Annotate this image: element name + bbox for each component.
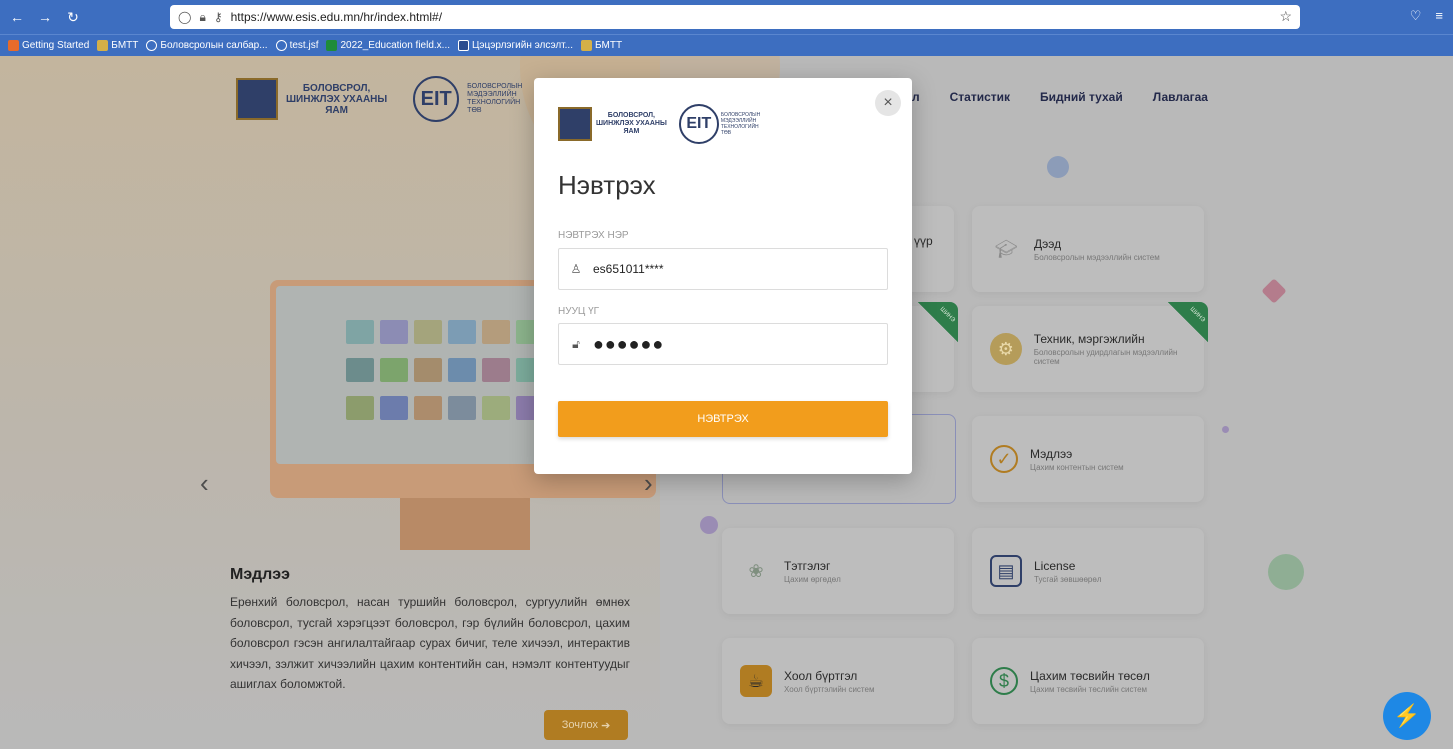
service-card-scholarship[interactable]: ❀ Тэтгэлэг Цахим өргөдөл xyxy=(722,528,954,614)
eit-logo-icon: EIT xyxy=(413,76,460,122)
thumb-row xyxy=(346,320,544,344)
username-value[interactable]: es651011**** xyxy=(593,262,664,276)
login-modal: БОЛОВСРОЛ, ШИНЖЛЭХ УХААНЫ ЯАМ EIT БОЛОВСРО… xyxy=(534,78,912,474)
service-card-license[interactable]: ▤ License Тусгай зөвшөөрөл xyxy=(972,528,1204,614)
shield-icon[interactable]: ◯ xyxy=(178,10,191,24)
gear-people-icon: ⚙ xyxy=(990,333,1022,365)
graduate-icon: 🎓︎ xyxy=(994,238,1018,259)
username-label: НЭВТРЭХ НЭР xyxy=(558,230,629,241)
eit-name: БОЛОВСРОЛЫН МЭДЭЭЛЛИЙН ТЕХНОЛОГИЙН ТӨВ xyxy=(467,83,523,114)
visit-button[interactable]: Зочлох ➔ xyxy=(544,710,628,740)
bookmark-item[interactable]: Цэцэрлэгийн элсэлт... xyxy=(458,40,573,51)
card-partial-text: үүр xyxy=(914,234,933,248)
ministry-emblem-icon xyxy=(236,78,278,120)
decorative-dot xyxy=(1268,554,1304,590)
decorative-dot xyxy=(700,516,718,534)
hands-icon: ❀ xyxy=(748,560,764,581)
site-logo[interactable]: БОЛОВСРОЛ, ШИНЖЛЭХ УХААНЫ ЯАМ EIT БОЛОВСРО… xyxy=(236,76,522,122)
password-label: НУУЦ ҮГ xyxy=(558,306,600,317)
feature-description: Ерөнхий боловсрол, насан туршийн боловср… xyxy=(230,595,630,691)
globe-icon xyxy=(275,40,287,51)
service-card-food[interactable]: ☕︎ Хоол бүртгэл Хоол бүртгэлийн систем xyxy=(722,638,954,724)
thumb-row xyxy=(346,358,544,382)
decorative-dot xyxy=(1222,426,1229,433)
messenger-icon: ⚡ xyxy=(1393,703,1421,728)
bookmark-item[interactable]: БМТТ xyxy=(97,40,138,51)
bookmark-icon xyxy=(8,40,19,51)
bookmark-item[interactable]: БМТТ xyxy=(580,40,622,51)
messenger-chat-button[interactable]: ⚡ xyxy=(1383,692,1431,740)
service-card-budget[interactable]: $ Цахим төсвийн төсөл Цахим төсвийн төсли… xyxy=(972,638,1204,724)
service-card-higher-edu[interactable]: 🎓︎ Дээд Боловсролын мэдээллийн систем xyxy=(972,206,1204,292)
nav-item-about[interactable]: Бидний тухай xyxy=(1040,90,1123,104)
unlock-icon: 🔓︎ xyxy=(572,336,580,351)
forward-icon[interactable]: → xyxy=(34,9,56,25)
browser-menu-area: ♡ ≡ xyxy=(1410,8,1443,24)
password-field[interactable]: 🔓︎ ●●●●●● xyxy=(558,323,888,365)
license-icon: ▤ xyxy=(990,555,1022,587)
spreadsheet-icon xyxy=(326,40,338,51)
bookmark-icon xyxy=(580,40,592,51)
bookmark-icon xyxy=(97,40,109,51)
url-text[interactable]: https://www.esis.edu.mn/hr/index.html#/ xyxy=(231,10,442,24)
close-icon: × xyxy=(883,94,893,111)
bookmark-star-icon[interactable]: ☆ xyxy=(1279,8,1292,25)
menu-icon[interactable]: ≡ xyxy=(1435,8,1443,24)
bookmark-item[interactable]: Боловсролын салбар... xyxy=(146,40,268,51)
nav-item-reference[interactable]: Лавлагаа xyxy=(1153,90,1208,104)
ministry-emblem-icon xyxy=(558,107,592,141)
browser-toolbar: ← → ↻ ◯ 🔒︎ ⚷ https://www.esis.edu.mn/hr/… xyxy=(0,0,1453,34)
check-circle-icon: ✓ xyxy=(990,445,1018,473)
lock-icon[interactable]: 🔒︎ xyxy=(199,10,205,25)
ministry-name: БОЛОВСРОЛ, ШИНЖЛЭХ УХААНЫ ЯАМ xyxy=(596,112,667,135)
food-icon: ☕︎ xyxy=(740,665,772,697)
main-nav: л Статистик Бидний тухай Лавлагаа xyxy=(912,90,1208,104)
address-bar[interactable]: ◯ 🔒︎ ⚷ https://www.esis.edu.mn/hr/index.… xyxy=(170,5,1300,29)
new-ribbon: ШИНЭ xyxy=(918,302,958,342)
thumb-row xyxy=(346,396,544,420)
ministry-name: БОЛОВСРОЛ, ШИНЖЛЭХ УХААНЫ ЯАМ xyxy=(286,82,388,116)
eit-logo-icon: EIT xyxy=(678,104,719,144)
reload-icon[interactable]: ↻ xyxy=(62,9,84,26)
close-button[interactable]: × xyxy=(875,90,901,116)
decorative-dot xyxy=(1047,156,1069,178)
bookmark-item[interactable]: 2022_Education field.x... xyxy=(326,40,450,51)
decorative-dot xyxy=(1261,278,1287,304)
bookmark-item[interactable]: test.jsf xyxy=(275,40,318,51)
modal-logo: БОЛОВСРОЛ, ШИНЖЛЭХ УХААНЫ ЯАМ EIT БОЛОВСРО… xyxy=(558,104,760,144)
password-value[interactable]: ●●●●●● xyxy=(593,334,664,355)
back-icon[interactable]: ← xyxy=(6,9,28,25)
modal-title: Нэвтрэх xyxy=(558,170,656,200)
pocket-icon[interactable]: ♡ xyxy=(1410,8,1422,24)
new-ribbon: ШИНЭ xyxy=(1168,302,1208,342)
dollar-icon: $ xyxy=(990,667,1018,695)
service-card-vocational[interactable]: ШИНЭ ⚙ Техник, мэргэжлийн Боловсролын уди… xyxy=(972,302,1208,392)
monitor-stand xyxy=(400,498,530,550)
key-icon[interactable]: ⚷ xyxy=(214,10,223,24)
bookmark-icon xyxy=(458,40,470,51)
bookmark-item[interactable]: Getting Started xyxy=(8,40,89,51)
nav-item-statistics[interactable]: Статистик xyxy=(950,90,1010,104)
nav-item-partial[interactable]: л xyxy=(912,90,920,104)
eit-name: БОЛОВСРОЛЫН МЭДЭЭЛЛИЙН ТЕХНОЛОГИЙН ТӨВ xyxy=(720,112,761,136)
bookmarks-bar: Getting Started БМТТ Боловсролын салбар.… xyxy=(0,34,1453,56)
login-button[interactable]: НЭВТРЭХ xyxy=(558,401,888,437)
feature-title: Мэдлээ xyxy=(230,566,290,583)
arrow-right-icon: ➔ xyxy=(601,719,611,732)
globe-icon xyxy=(146,40,158,51)
user-icon: ♙ xyxy=(570,262,582,276)
username-field[interactable]: ♙ es651011**** xyxy=(558,248,888,290)
service-card-medlee[interactable]: ✓ Мэдлээ Цахим контентын систем xyxy=(972,416,1204,502)
carousel-prev-icon[interactable]: ‹ xyxy=(200,468,209,499)
